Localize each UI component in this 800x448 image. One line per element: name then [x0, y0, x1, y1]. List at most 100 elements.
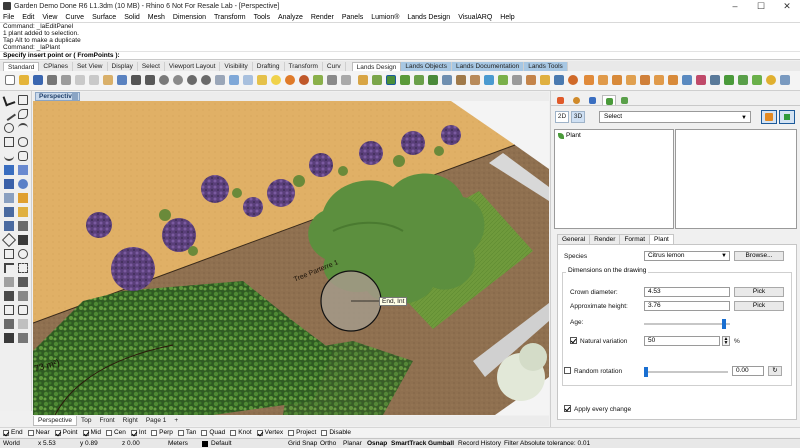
browse-button[interactable]: Browse... [734, 251, 784, 261]
curve-icon[interactable] [4, 151, 14, 161]
scale-icon[interactable] [4, 263, 14, 273]
tab-cplanes[interactable]: CPlanes [39, 62, 73, 71]
osnap-project[interactable]: Project [288, 429, 316, 436]
shell-icon[interactable] [18, 221, 28, 231]
boolean-union-icon[interactable] [4, 207, 14, 217]
lands-group-icon[interactable] [413, 74, 425, 86]
mesh-icon[interactable] [18, 193, 28, 203]
box-icon[interactable] [4, 179, 14, 189]
lands-path-icon[interactable] [469, 74, 481, 86]
menu-surface[interactable]: Surface [92, 14, 116, 21]
osnap-vertex-checkbox[interactable] [256, 429, 263, 436]
more-icon[interactable] [340, 74, 352, 86]
random-rotation-slider[interactable] [644, 371, 728, 373]
cut-icon[interactable] [74, 74, 86, 86]
lands-edit-icon[interactable] [441, 74, 453, 86]
polyline-icon[interactable] [18, 109, 28, 119]
osnap-toggle[interactable]: Osnap [367, 439, 387, 448]
light-icon[interactable] [270, 74, 282, 86]
smarttrack-toggle[interactable]: SmartTrack [391, 439, 426, 448]
sphere-icon[interactable] [18, 179, 28, 189]
tab-drafting[interactable]: Drafting [253, 62, 285, 71]
join-icon[interactable] [18, 291, 28, 301]
osnap-cen[interactable]: Cen [105, 429, 126, 436]
lands-tag-icon[interactable] [539, 74, 551, 86]
zoom-selected-icon[interactable] [200, 74, 212, 86]
menu-help[interactable]: Help [500, 14, 514, 21]
save-icon[interactable] [32, 74, 44, 86]
menu-solid[interactable]: Solid [124, 14, 140, 21]
menu-tools[interactable]: Tools [254, 14, 270, 21]
menu-transform[interactable]: Transform [214, 14, 246, 21]
osnap-project-checkbox[interactable] [288, 429, 295, 436]
osnap-tan-checkbox[interactable] [177, 429, 184, 436]
tab-lands-tools[interactable]: Lands Tools [524, 62, 568, 71]
ortho-toggle[interactable]: Ortho [320, 439, 336, 448]
osnap-vertex[interactable]: Vertex [256, 429, 283, 436]
menu-edit[interactable]: Edit [22, 14, 34, 21]
record-history-toggle[interactable]: Record History [458, 439, 501, 448]
grid-snap-toggle[interactable]: Grid Snap [288, 439, 317, 448]
osnap-cen-checkbox[interactable] [105, 429, 112, 436]
line-icon[interactable] [2, 107, 16, 121]
loft-icon[interactable] [18, 165, 28, 175]
lands-tree-icon[interactable] [723, 74, 735, 86]
tab-viewport-layout[interactable]: Viewport Layout [165, 62, 221, 71]
ellipse-icon[interactable] [18, 137, 28, 147]
tab-general[interactable]: General [557, 234, 591, 244]
lands-settings-icon[interactable] [779, 74, 791, 86]
pick-height-button[interactable]: Pick [734, 301, 784, 311]
menu-lands-design[interactable]: Lands Design [407, 14, 450, 21]
view-3d-button[interactable]: 3D [571, 111, 585, 123]
command-prompt[interactable]: Specify insert point or ( FromPoints ): [0, 51, 800, 60]
material-icon[interactable] [298, 74, 310, 86]
lands-tool-icon[interactable] [681, 74, 693, 86]
menu-file[interactable]: File [3, 14, 14, 21]
close-button[interactable]: ✕ [774, 0, 800, 12]
split-icon[interactable] [4, 291, 14, 301]
layer-icon[interactable] [228, 74, 240, 86]
random-rotation-checkbox[interactable] [564, 367, 571, 374]
lands-row-icon[interactable] [399, 74, 411, 86]
rotate-view-icon[interactable] [144, 74, 156, 86]
random-rotation-thumb[interactable] [644, 367, 648, 377]
lands-stairs-icon[interactable] [511, 74, 523, 86]
osnap-point-checkbox[interactable] [54, 429, 61, 436]
text-icon[interactable] [18, 235, 28, 245]
lands-roof3-icon[interactable] [611, 74, 623, 86]
menu-analyze[interactable]: Analyze [278, 14, 303, 21]
osnap-perp[interactable]: Perp [151, 429, 173, 436]
osnap-knot[interactable]: Knot [230, 429, 252, 436]
lands-pool-icon[interactable] [483, 74, 495, 86]
insert-plant-button[interactable] [779, 110, 795, 124]
osnap-near[interactable]: Near [27, 429, 50, 436]
extrude-icon[interactable] [4, 193, 14, 203]
circle-icon[interactable] [4, 123, 14, 133]
explode-icon[interactable] [4, 305, 14, 315]
zoom-extents-icon[interactable] [186, 74, 198, 86]
tab-right[interactable]: Right [119, 416, 142, 426]
panel-tab-layers[interactable] [586, 95, 600, 105]
lands-lawn-icon[interactable] [497, 74, 509, 86]
maximize-button[interactable]: ☐ [748, 0, 774, 12]
tab-format[interactable]: Format [619, 234, 651, 244]
pan-icon[interactable] [130, 74, 142, 86]
menu-lumion[interactable]: Lumion® [371, 14, 399, 21]
lock-icon[interactable] [256, 74, 268, 86]
osnap-perp-checkbox[interactable] [151, 429, 158, 436]
tab-lands-objects[interactable]: Lands Objects [401, 62, 452, 71]
properties-icon[interactable] [60, 74, 72, 86]
tree-item-plant[interactable]: Plant [558, 132, 581, 139]
tab-set-view[interactable]: Set View [73, 62, 108, 71]
panel-tab-properties[interactable] [554, 95, 568, 105]
random-rotation-field[interactable]: 0.00 [732, 366, 764, 376]
osnap-mid[interactable]: Mid [82, 429, 101, 436]
osnap-disable[interactable]: Disable [321, 429, 351, 436]
osnap-int-checkbox[interactable] [130, 429, 137, 436]
tab-transform[interactable]: Transform [285, 62, 323, 71]
point-icon[interactable] [18, 95, 28, 105]
lands-roof2-icon[interactable] [597, 74, 609, 86]
lands-plant-icon[interactable] [385, 74, 397, 86]
block-icon[interactable] [4, 333, 14, 343]
tab-top[interactable]: Top [77, 416, 95, 426]
